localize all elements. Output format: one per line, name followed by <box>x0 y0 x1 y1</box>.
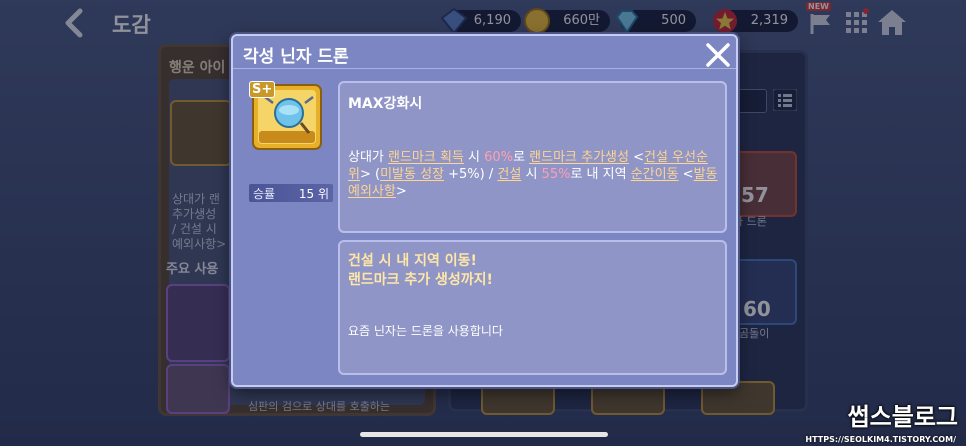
watermark-title: 썹스블로그 <box>847 403 958 431</box>
desc-text: > ( <box>359 167 381 182</box>
desc-text: 로 내 지역 <box>570 167 631 182</box>
grade-label: S+ <box>252 82 273 97</box>
modal-divider <box>233 68 736 69</box>
percent-value: 60% <box>484 150 514 165</box>
desc-text: 상대가 <box>348 150 389 165</box>
flavor-quote: 건설 시 내 지역 이동! 랜드마크 추가 생성까지! <box>348 252 493 290</box>
desc-text: < <box>678 167 694 182</box>
item-card: S+ <box>249 81 323 151</box>
desc-text: 로 <box>513 150 530 165</box>
desc-text: +5%) / <box>444 167 498 182</box>
modal-title: 각성 닌자 드론 <box>243 47 349 67</box>
keyword-link[interactable]: 랜드마크 획득 <box>388 150 464 165</box>
item-detail-modal: 각성 닌자 드론 S+ 승률 15 위 MAX강화시 상대가 랜드마크 획득 시… <box>231 34 738 387</box>
winrate-bar: 승률 15 위 <box>249 184 333 202</box>
desc-text: > <box>395 184 407 199</box>
keyword-link[interactable]: 순간이동 <box>631 167 679 182</box>
desc-text: < <box>628 150 644 165</box>
home-indicator[interactable] <box>360 432 608 437</box>
winrate-value: 15 위 <box>298 187 329 201</box>
keyword-link[interactable]: 미발동 성장 <box>380 167 444 182</box>
keyword-link[interactable]: 랜드마크 추가생성 <box>529 150 629 165</box>
grade-badge: S+ <box>249 81 276 98</box>
effect-description: 상대가 랜드마크 획득 시 60%로 랜드마크 추가생성 <건설 우선순위> (… <box>348 149 718 200</box>
effect-header: MAX강화시 <box>348 96 423 112</box>
winrate-label: 승률 <box>253 187 276 201</box>
percent-value: 55% <box>541 167 571 182</box>
effect-box: MAX강화시 상대가 랜드마크 획득 시 60%로 랜드마크 추가생성 <건설 … <box>338 81 727 233</box>
keyword-link[interactable]: 건설 <box>497 167 521 182</box>
flavor-box: 건설 시 내 지역 이동! 랜드마크 추가 생성까지! 요즘 닌자는 드론을 사… <box>338 240 727 375</box>
flavor-note: 요즘 닌자는 드론을 사용합니다 <box>348 324 503 338</box>
watermark-url: HTTPS://SEOLKIM4.TISTORY.COM/ <box>805 435 956 444</box>
desc-text: 시 <box>463 150 485 165</box>
desc-text: 시 <box>521 167 542 182</box>
quote-line: 랜드마크 추가 생성까지! <box>348 272 493 288</box>
close-icon[interactable] <box>703 40 733 70</box>
quote-line: 건설 시 내 지역 이동! <box>348 253 477 269</box>
